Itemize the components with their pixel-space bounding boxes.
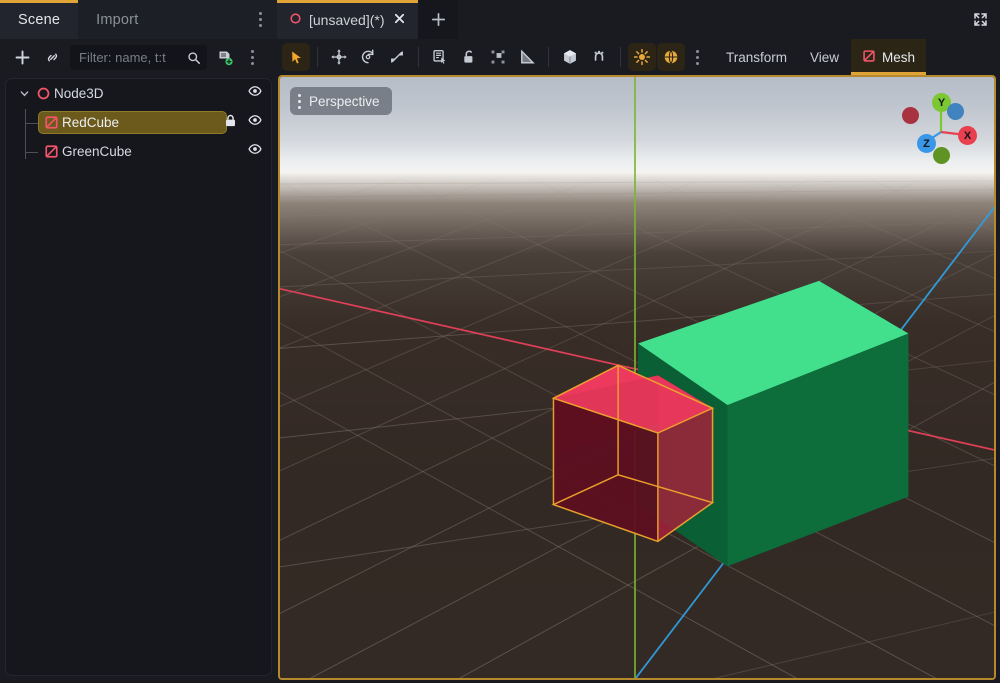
tree-node-label: Node3D: [54, 86, 104, 101]
rotate-mode-button[interactable]: [354, 43, 382, 71]
tree-row-actions: [247, 141, 263, 162]
mesh-menu[interactable]: Mesh: [851, 39, 927, 75]
eye-icon[interactable]: [247, 83, 263, 104]
viewport-3d[interactable]: Perspective Y X Z: [278, 75, 996, 680]
tabbar-filler: [458, 0, 960, 39]
kebab-menu-icon: [243, 50, 261, 65]
preview-environment-button[interactable]: [657, 43, 685, 71]
add-scene-tab-button[interactable]: [418, 0, 459, 39]
gizmo-label-y: Y: [937, 96, 946, 109]
node3d-icon: [32, 86, 54, 101]
view-mode-chip[interactable]: Perspective: [290, 87, 392, 115]
tab-import[interactable]: Import: [78, 0, 156, 39]
editor-tab-unsaved[interactable]: [unsaved](*): [277, 0, 419, 39]
tab-scene-label: Scene: [18, 11, 61, 28]
gizmo-axis-neg-x[interactable]: [902, 107, 919, 124]
gizmo-axis-x[interactable]: X: [958, 126, 977, 145]
dock-tabbar: Scene Import: [0, 0, 277, 39]
scene-filter-box[interactable]: [70, 45, 207, 70]
node3d-icon: [289, 12, 302, 28]
ruler-button[interactable]: [513, 43, 541, 71]
spatial-editor-toolbar: Transform View Mesh: [277, 39, 1000, 75]
toolbar-separator: [317, 47, 318, 67]
gizmo-axis-z[interactable]: Z: [917, 134, 936, 153]
tree-row[interactable]: RedCube: [6, 108, 271, 137]
transform-menu-label: Transform: [726, 49, 788, 65]
lock-icon[interactable]: [223, 113, 238, 133]
mesh-instance-3d-icon: [40, 115, 62, 130]
eye-icon[interactable]: [247, 141, 263, 162]
mesh-menu-label: Mesh: [882, 49, 916, 65]
kebab-menu-icon: [688, 49, 706, 65]
viewport-canvas[interactable]: Perspective Y X Z: [280, 77, 994, 678]
group-selection-button[interactable]: [484, 43, 512, 71]
list-select-button[interactable]: [426, 43, 454, 71]
scene-tree-toolbar: [0, 39, 277, 76]
scene-tree-menu-button[interactable]: [240, 44, 270, 72]
toolbar-separator: [620, 47, 621, 67]
scene-tree-panel[interactable]: Node3D RedCube GreenCube: [5, 78, 272, 676]
tab-scene[interactable]: Scene: [0, 0, 79, 39]
axis-gizmo[interactable]: Y X Z: [898, 85, 982, 165]
gizmo-axis-neg-y[interactable]: [933, 147, 950, 164]
toolbar-separator: [418, 47, 419, 67]
tree-node-label: GreenCube: [62, 144, 132, 159]
snap-button[interactable]: [585, 43, 613, 71]
view-mode-label: Perspective: [309, 93, 380, 109]
editor-scene-tabbar: [unsaved](*): [277, 0, 1000, 39]
tree-row[interactable]: Node3D: [6, 79, 271, 108]
lock-selection-button[interactable]: [455, 43, 483, 71]
kebab-menu-icon: [298, 93, 301, 109]
tab-import-label: Import: [96, 11, 139, 28]
scale-mode-button[interactable]: [383, 43, 411, 71]
chevron-down-icon[interactable]: [16, 88, 32, 99]
main-editor-area: [unsaved](*) Transform View Mesh Perspec…: [277, 0, 1000, 683]
scene-dock: Scene Import Filter: name, t:t Node3D Re…: [0, 0, 277, 683]
tree-row-actions: [223, 112, 263, 133]
move-mode-button[interactable]: [325, 43, 353, 71]
tree-node-label: RedCube: [62, 115, 120, 130]
mesh-instance-3d-icon: [40, 144, 62, 159]
preview-sun-button[interactable]: [628, 43, 656, 71]
scene-objects: [551, 280, 909, 567]
transform-menu[interactable]: Transform: [715, 39, 798, 75]
expand-icon: [973, 13, 987, 26]
editor-tab-label: [unsaved](*): [309, 11, 385, 28]
eye-icon[interactable]: [247, 112, 263, 133]
select-mode-button[interactable]: [282, 43, 310, 71]
dock-tabbar-spacer: [156, 0, 249, 39]
close-icon[interactable]: [391, 12, 408, 28]
add-node-button[interactable]: [7, 44, 37, 72]
tree-row[interactable]: GreenCube: [6, 137, 271, 166]
mesh-instance-3d-icon: [862, 49, 876, 66]
godot-editor-window: Scene Import Filter: name, t:t Node3D Re…: [0, 0, 1000, 683]
distraction-free-mode-button[interactable]: [960, 0, 1000, 39]
viewport-options-button[interactable]: [686, 43, 714, 71]
view-menu[interactable]: View: [799, 39, 850, 75]
dock-overflow-menu-icon[interactable]: [249, 0, 271, 39]
gizmo-label-z: Z: [923, 137, 930, 150]
tree-row-actions: [247, 83, 263, 104]
toolbar-separator: [548, 47, 549, 67]
gizmo-axis-neg-z[interactable]: [947, 103, 964, 120]
create-script-button[interactable]: [210, 44, 240, 72]
search-icon: [188, 51, 201, 64]
view-menu-label: View: [810, 49, 840, 65]
gizmo-label-x: X: [963, 129, 972, 142]
local-space-button[interactable]: [556, 43, 584, 71]
instance-child-scene-button[interactable]: [37, 44, 67, 72]
scene-filter-input[interactable]: [79, 50, 187, 65]
